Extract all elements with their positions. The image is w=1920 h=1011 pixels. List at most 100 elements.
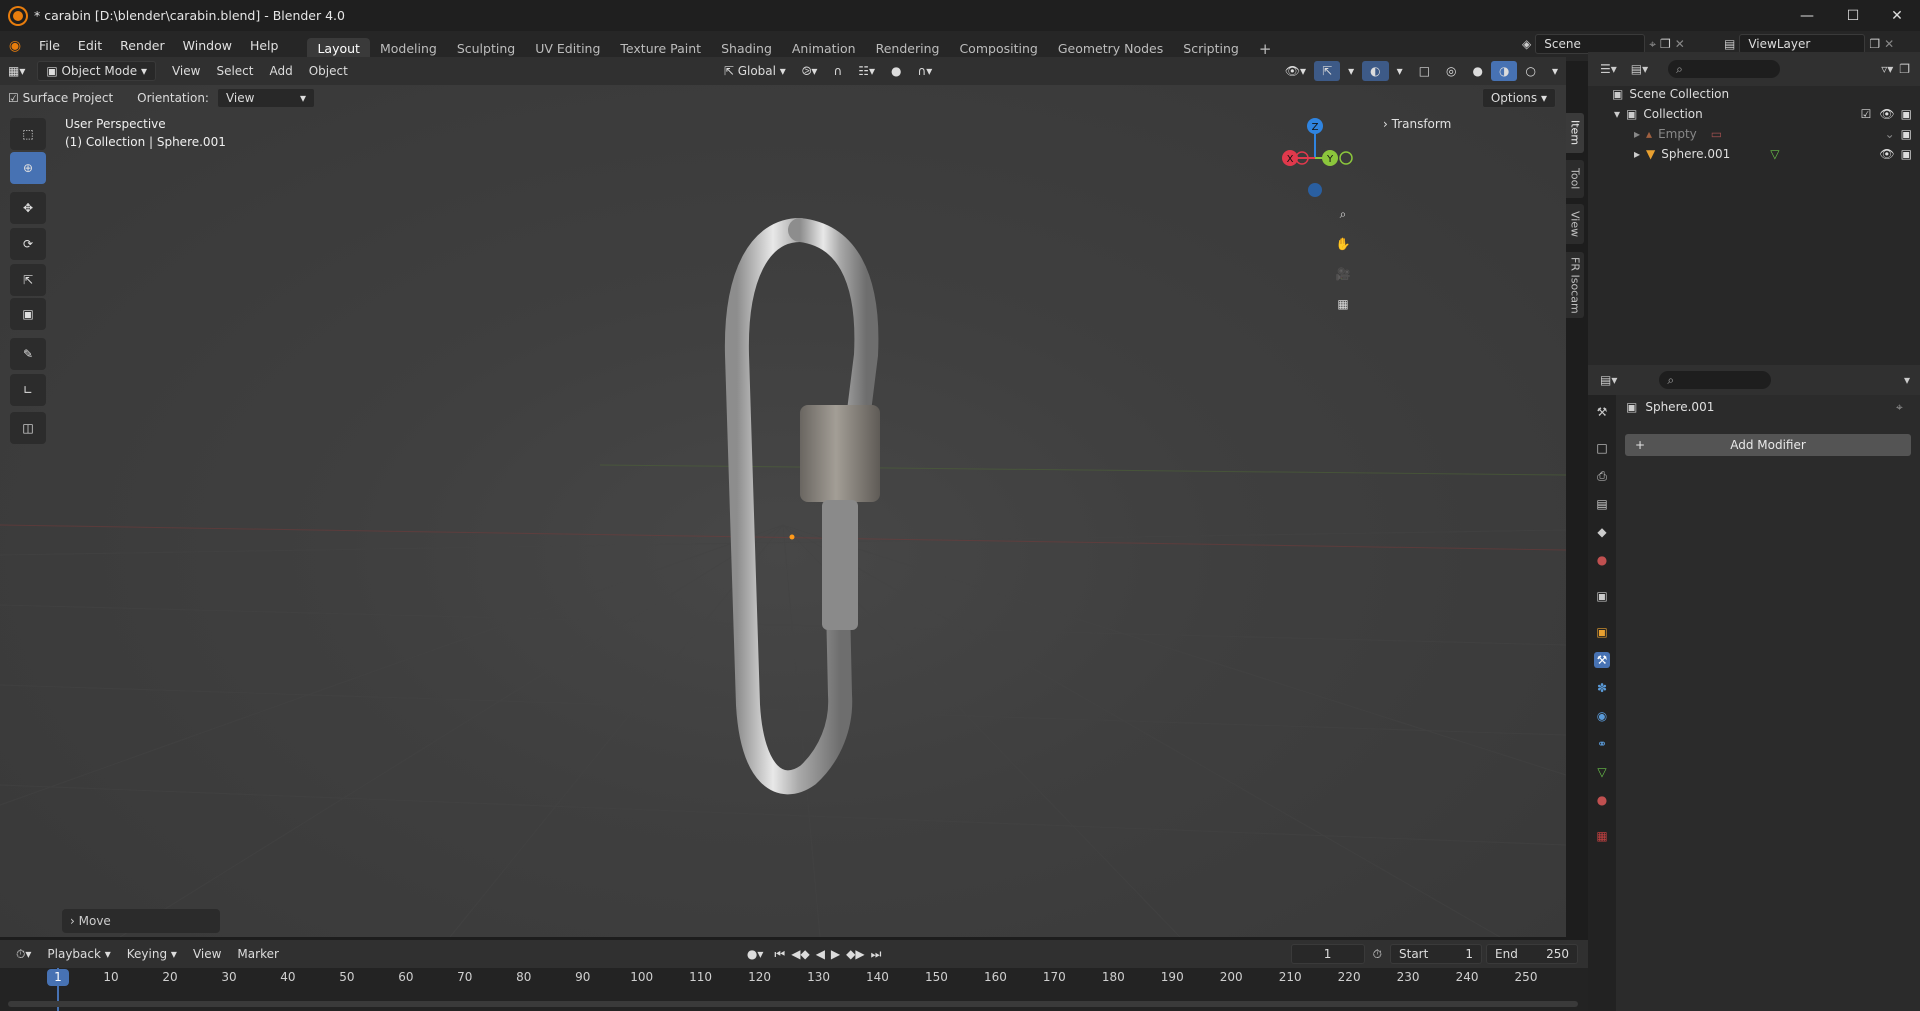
menu-keying[interactable]: Keying ▾ — [119, 944, 185, 964]
tab-tool[interactable]: Tool — [1566, 160, 1584, 198]
surface-project-checkbox[interactable]: ☑ Surface Project — [0, 88, 121, 108]
maximize-icon[interactable]: ☐ — [1830, 0, 1876, 31]
clock-icon[interactable]: ⏱ — [1365, 944, 1390, 964]
jump-end-icon[interactable]: ⏭ — [868, 944, 885, 964]
properties-search-input[interactable]: ⌕ — [1659, 371, 1772, 389]
menu-object[interactable]: Object — [301, 61, 356, 81]
solid-shading-icon[interactable]: ● — [1465, 61, 1491, 81]
tab-fr-isocam[interactable]: FR Isocam — [1566, 252, 1584, 318]
viewlayer-name-field[interactable]: ViewLayer — [1739, 34, 1866, 54]
properties-editor-type-icon[interactable]: ▤▾ — [1600, 373, 1617, 387]
visibility-icon[interactable]: 👁▾ — [1277, 61, 1314, 81]
add-modifier-button[interactable]: + Add Modifier — [1625, 434, 1911, 456]
orientation-dropdown[interactable]: ⇱ Global ▾ — [716, 61, 794, 81]
camera-icon[interactable]: ▣ — [1901, 127, 1912, 141]
timeline-editor-type-icon[interactable]: ⏱▾ — [8, 944, 39, 964]
pivot-icon[interactable]: ⧁▾ — [794, 61, 826, 81]
filter-icon[interactable]: ▿▾ — [1881, 62, 1893, 76]
carabiner-object[interactable] — [724, 218, 880, 795]
play-icon[interactable]: ▶ — [828, 944, 843, 964]
end-frame-field[interactable]: End 250 — [1486, 944, 1578, 964]
rendered-shading-icon[interactable]: ○ — [1517, 61, 1543, 81]
display-mode-icon[interactable]: ▤▾ — [1631, 62, 1648, 76]
current-frame-field[interactable]: 1 — [1290, 944, 1365, 964]
outliner-row-sphere[interactable]: ▸ ▼ Sphere.001 ▽ 👁 ▣ — [1588, 144, 1920, 164]
menu-marker[interactable]: Marker — [229, 944, 286, 964]
particles-tab-icon[interactable]: ✽ — [1594, 680, 1610, 696]
next-keyframe-icon[interactable]: ◆▶ — [843, 944, 867, 964]
snap-icon[interactable]: ∩ — [825, 61, 850, 81]
measure-tool[interactable]: ∟ — [10, 374, 46, 406]
ortho-grid-icon[interactable]: ▦ — [1329, 290, 1357, 318]
close-icon[interactable]: ✕ — [1874, 0, 1920, 31]
record-icon[interactable]: ●▾ — [739, 944, 772, 964]
tool-tab-icon[interactable]: ⚒ — [1594, 404, 1610, 420]
orientation-view-dropdown[interactable]: View ▾ — [216, 88, 315, 108]
data-tab-icon[interactable]: ▽ — [1594, 764, 1610, 780]
menu-view-timeline[interactable]: View — [185, 944, 229, 964]
transform-panel-header[interactable]: › Transform — [1383, 117, 1451, 131]
collapsed-arrow-icon[interactable]: ▸ — [1634, 147, 1640, 161]
new-scene-icon[interactable]: ❐ — [1660, 37, 1671, 51]
modifier-tab-icon[interactable]: ⚒ — [1594, 652, 1610, 668]
navigation-gizmo[interactable]: Z X Y — [1270, 110, 1360, 210]
gizmo-dropdown-icon[interactable]: ▾ — [1340, 61, 1362, 81]
pin-icon[interactable]: ⌖ — [1649, 37, 1656, 52]
camera-view-icon[interactable]: 🎥 — [1329, 260, 1357, 288]
xray-icon[interactable]: □ — [1411, 61, 1438, 81]
scene-tab-icon[interactable]: ◆ — [1594, 524, 1610, 540]
outliner-row-empty[interactable]: ▸ ▴ Empty ▭ ⌄ ▣ — [1588, 124, 1920, 144]
rotate-tool[interactable]: ⟳ — [10, 228, 46, 260]
pan-hand-icon[interactable]: ✋ — [1329, 230, 1357, 258]
prev-keyframe-icon[interactable]: ◀◆ — [788, 944, 812, 964]
new-viewlayer-icon[interactable]: ❐ — [1869, 37, 1880, 51]
wireframe-shading-icon[interactable]: ◎ — [1438, 61, 1464, 81]
last-operator-panel[interactable]: › Move — [62, 909, 220, 933]
pin-properties-icon[interactable]: ⌖ — [1896, 400, 1903, 415]
eye-icon[interactable]: 👁 — [1879, 147, 1894, 161]
tab-item[interactable]: Item — [1566, 113, 1584, 153]
menu-playback[interactable]: Playback ▾ — [39, 944, 118, 964]
proportional-edit-icon[interactable]: ● — [883, 61, 909, 81]
menu-select[interactable]: Select — [208, 61, 261, 81]
material-tab-icon[interactable]: ● — [1594, 792, 1610, 808]
scale-tool[interactable]: ⇱ — [10, 264, 46, 296]
delete-viewlayer-icon[interactable]: ✕ — [1884, 37, 1894, 51]
overlay-dropdown-icon[interactable]: ▾ — [1389, 61, 1411, 81]
properties-options-icon[interactable]: ▾ — [1904, 373, 1910, 387]
overlay-toggle-icon[interactable]: ◐ — [1362, 61, 1389, 81]
collection-tab-icon[interactable]: ▣ — [1594, 588, 1610, 604]
jump-start-icon[interactable]: ⏮ — [771, 944, 788, 964]
scene-name-field[interactable]: Scene — [1535, 34, 1646, 54]
blender-menu-icon[interactable]: ◉ — [0, 38, 30, 54]
view-layer-tab-icon[interactable]: ▤ — [1594, 496, 1610, 512]
collapsed-arrow-icon[interactable]: ▸ — [1634, 127, 1640, 141]
new-collection-icon[interactable]: ❐ — [1899, 62, 1910, 76]
transform-tool[interactable]: ▣ — [10, 298, 46, 330]
eye-closed-icon[interactable]: ⌄ — [1885, 127, 1895, 141]
falloff-icon[interactable]: ∩▾ — [910, 61, 941, 81]
cursor-tool[interactable]: ⊕ — [10, 152, 46, 184]
output-tab-icon[interactable]: ⎙ — [1594, 468, 1610, 484]
physics-tab-icon[interactable]: ◉ — [1594, 708, 1610, 724]
camera-icon[interactable]: ▣ — [1901, 147, 1912, 161]
gizmo-toggle-icon[interactable]: ⇱ — [1314, 61, 1341, 81]
timeline-scrollbar[interactable] — [8, 1001, 1578, 1007]
outliner-row-collection[interactable]: ▾ ▣ Collection ☑ 👁 ▣ — [1588, 104, 1920, 124]
outliner-row-scene-collection[interactable]: ▣ Scene Collection — [1588, 84, 1920, 104]
annotate-tool[interactable]: ✎ — [10, 338, 46, 370]
expand-arrow-icon[interactable]: ▾ — [1614, 107, 1620, 121]
outliner-search-input[interactable]: ⌕ — [1668, 60, 1781, 78]
outliner-editor-type-icon[interactable]: ☰▾ — [1600, 62, 1617, 76]
menu-view[interactable]: View — [164, 61, 208, 81]
delete-scene-icon[interactable]: ✕ — [1675, 37, 1685, 51]
snap-target-icon[interactable]: ☷▾ — [850, 61, 883, 81]
options-dropdown[interactable]: Options ▾ — [1481, 88, 1556, 108]
add-cube-tool[interactable]: ◫ — [10, 412, 46, 444]
menu-add[interactable]: Add — [261, 61, 300, 81]
collection-checkbox[interactable]: ☑ — [1861, 107, 1872, 121]
start-frame-field[interactable]: Start 1 — [1390, 944, 1482, 964]
texture-tab-icon[interactable]: ▦ — [1594, 828, 1610, 844]
zoom-icon[interactable]: ⌕ — [1329, 200, 1357, 228]
move-tool[interactable]: ✥ — [10, 192, 46, 224]
